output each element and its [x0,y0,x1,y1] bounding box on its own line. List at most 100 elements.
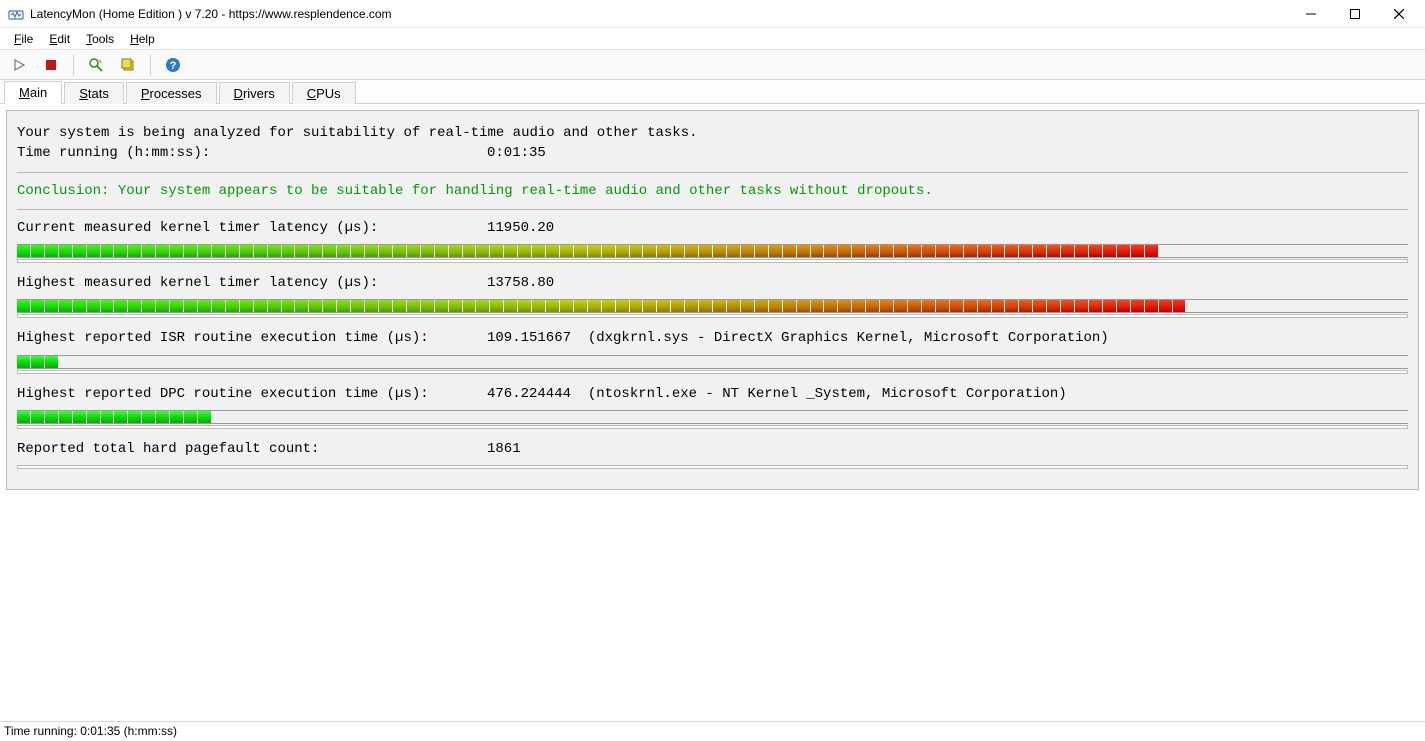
bar-segment [59,300,72,312]
bar-segment [435,356,448,368]
bar-segment [1298,356,1311,368]
bar-segment [1284,411,1297,423]
bar-slider [17,425,1408,429]
help-button[interactable]: ? [160,53,186,77]
bar-segment [393,300,406,312]
menu-edit[interactable]: Edit [41,30,78,48]
bar-segment [1381,356,1394,368]
bar-segment [657,245,670,257]
bar-segment [936,356,949,368]
bar-segment [964,356,977,368]
divider [17,209,1408,210]
bar-segment [741,356,754,368]
stop-button[interactable] [38,53,64,77]
metric-row: Highest measured kernel timer latency (µ… [17,273,1408,293]
bar-segment [699,356,712,368]
bar-segment [1131,356,1144,368]
bar-segment [574,245,587,257]
bar-segment [45,356,58,368]
bar-segment [156,356,169,368]
bar-segment [894,245,907,257]
bar-segment [657,300,670,312]
tab-processes[interactable]: Processes [126,82,217,104]
bar-segment [685,356,698,368]
bar-segment [964,245,977,257]
bar-segment [379,300,392,312]
close-button[interactable] [1377,0,1421,28]
bar-segment [1270,411,1283,423]
bar-segment [866,411,879,423]
bar-segment [337,245,350,257]
bar-segment [1089,411,1102,423]
bar-segment [602,356,615,368]
bar-segment [1005,356,1018,368]
bar-segment [643,411,656,423]
bar-segment [31,411,44,423]
bar-segment [727,300,740,312]
bar-segment [463,245,476,257]
bar-segment [713,245,726,257]
bar-segment [894,356,907,368]
bar-segment [699,411,712,423]
bar-segment [1047,411,1060,423]
bar-segment [1117,300,1130,312]
bar-segment [1075,356,1088,368]
bar-track [17,410,1408,424]
tab-cpus[interactable]: CPUs [292,82,356,104]
bar-segment [1242,356,1255,368]
bar-segment [490,300,503,312]
menu-tools[interactable]: Tools [78,30,122,48]
bar-segment [685,411,698,423]
bar-segment [1284,356,1297,368]
computer-button[interactable] [115,53,141,77]
bar-segment [435,411,448,423]
bar-slider [17,370,1408,374]
bar-segment [797,245,810,257]
time-row: Time running (h:mm:ss): 0:01:35 [17,143,1408,163]
tab-drivers[interactable]: Drivers [219,82,290,104]
bar-segment [727,411,740,423]
play-button[interactable] [6,53,32,77]
menu-file[interactable]: File [6,30,41,48]
menu-help[interactable]: Help [122,30,163,48]
bar-segment [309,300,322,312]
bar-segment [978,300,991,312]
menu-help-rest: elp [139,32,155,46]
bar-segment [407,300,420,312]
bar-segment [128,300,141,312]
bar-segment [268,356,281,368]
bar-segment [518,356,531,368]
minimize-button[interactable] [1289,0,1333,28]
tab-stats[interactable]: Stats [64,82,124,104]
bar-segment [87,300,100,312]
bar-segment [616,245,629,257]
bar-segment [156,245,169,257]
bar-segment [1075,245,1088,257]
bar-segment [393,245,406,257]
refresh-button[interactable] [83,53,109,77]
bar-segment [1242,411,1255,423]
bar-segment [504,356,517,368]
bar-segment [1270,356,1283,368]
bar-segment [463,356,476,368]
tabstrip: Main Stats Processes Drivers CPUs [0,80,1425,104]
bar-segment [449,356,462,368]
bar-segment [254,245,267,257]
bar-segment [212,300,225,312]
bar-segment [449,411,462,423]
bar-track [17,355,1408,369]
bar-segment [922,411,935,423]
bar-segment [476,356,489,368]
metric-value: 476.224444 (ntoskrnl.exe - NT Kernel _Sy… [487,384,1067,404]
bar-segment [490,411,503,423]
bar-segment [880,356,893,368]
bar-segment [1298,411,1311,423]
bar-segment [198,245,211,257]
tab-main[interactable]: Main [4,81,62,104]
bar-segment [407,356,420,368]
bar-segment [1326,245,1339,257]
bar-segment [616,300,629,312]
maximize-button[interactable] [1333,0,1377,28]
bar-segment [964,300,977,312]
bar-segment [880,300,893,312]
